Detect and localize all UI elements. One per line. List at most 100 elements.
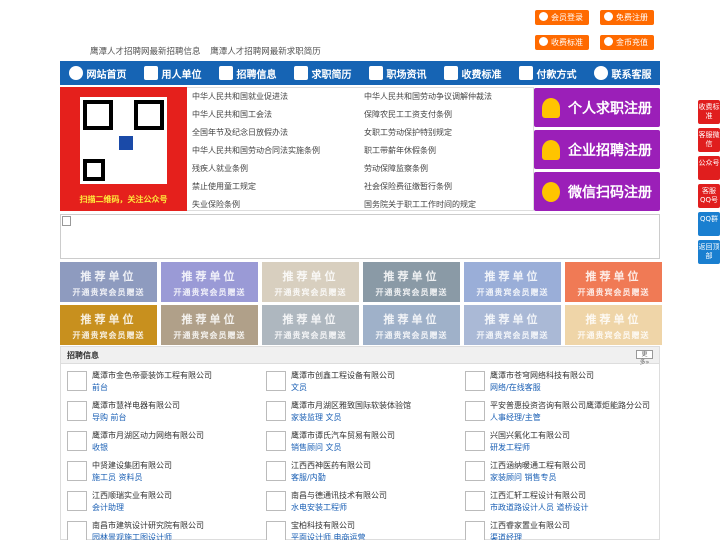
- personal-register-button[interactable]: 个人求职注册: [534, 88, 660, 127]
- promo-tile[interactable]: 推荐单位 开通贵宾会员赠送: [161, 305, 258, 345]
- company-name[interactable]: 江西汇轩工程设计有限公司: [490, 490, 586, 501]
- nav-item-0[interactable]: 网站首页: [60, 61, 135, 85]
- register-button[interactable]: 免费注册: [600, 10, 654, 25]
- company-name[interactable]: 中贤建设集团有限公司: [92, 460, 172, 471]
- law-link[interactable]: 中华人民共和国劳动合同法实施条例: [192, 145, 320, 156]
- job-positions[interactable]: 园林景观施工图设计师: [92, 532, 172, 540]
- promo-tile[interactable]: 推荐单位 开通贵宾会员赠送: [565, 305, 662, 345]
- job-item[interactable]: 宝柏科技有限公司 平面设计师 电商运营: [260, 517, 450, 540]
- company-name[interactable]: 鹰潭市谭氏汽车贸易有限公司: [291, 430, 395, 441]
- promo-tile[interactable]: 推荐单位 开通贵宾会员赠送: [60, 262, 157, 302]
- side-button[interactable]: QQ群: [698, 212, 720, 236]
- job-item[interactable]: 鹰潭市金色帝豪装饰工程有限公司 前台: [61, 367, 251, 395]
- job-item[interactable]: 江西汇轩工程设计有限公司 市政道路设计人员 道桥设计: [459, 487, 649, 515]
- job-item[interactable]: 平安普惠投资咨询有限公司鹰潭炬能路分公司 人事经理/主管: [459, 397, 650, 425]
- job-positions[interactable]: 销售顾问 文员: [291, 442, 342, 453]
- nav-item-5[interactable]: 收费标准: [435, 61, 510, 85]
- company-name[interactable]: 平安普惠投资咨询有限公司鹰潭炬能路分公司: [490, 400, 650, 411]
- job-positions[interactable]: 市政道路设计人员 道桥设计: [490, 502, 589, 513]
- latest-jobs-link[interactable]: 鹰潭人才招聘网最新招聘信息: [90, 47, 201, 57]
- latest-resumes-link[interactable]: 鹰潭人才招聘网最新求职简历: [210, 47, 321, 57]
- job-positions[interactable]: 平面设计师 电商运营: [291, 532, 366, 540]
- law-link[interactable]: 全国年节及纪念日放假办法: [192, 127, 288, 138]
- promo-tile[interactable]: 推荐单位 开通贵宾会员赠送: [464, 305, 561, 345]
- nav-item-3[interactable]: 求职简历: [285, 61, 360, 85]
- more-button[interactable]: 更多»: [636, 350, 653, 366]
- promo-tile[interactable]: 推荐单位 开通贵宾会员赠送: [262, 305, 359, 345]
- nav-item-4[interactable]: 职场资讯: [360, 61, 435, 85]
- job-positions[interactable]: 导购 前台: [92, 412, 127, 423]
- law-link[interactable]: 中华人民共和国工会法: [192, 109, 272, 120]
- job-positions[interactable]: 渠道经理: [490, 532, 522, 540]
- login-button[interactable]: 会员登录: [535, 10, 589, 25]
- company-name[interactable]: 江西顺瑞实业有限公司: [92, 490, 172, 501]
- promo-tile[interactable]: 推荐单位 开通贵宾会员赠送: [363, 262, 460, 302]
- company-register-button[interactable]: 企业招聘注册: [534, 130, 660, 169]
- law-link[interactable]: 中华人民共和国劳动争议调解仲裁法: [364, 91, 492, 102]
- job-positions[interactable]: 家装监理 文员: [291, 412, 342, 423]
- company-name[interactable]: 南昌与德通讯技术有限公司: [291, 490, 387, 501]
- company-name[interactable]: 鹰潭市月湖区雅致国际软装体验馆: [291, 400, 411, 411]
- job-item[interactable]: 鹰潭市慧祥电器有限公司 导购 前台: [61, 397, 251, 425]
- company-name[interactable]: 江西涵纳暖通工程有限公司: [490, 460, 586, 471]
- side-button[interactable]: 收费标准: [698, 100, 720, 124]
- side-button[interactable]: 客服QQ号: [698, 184, 720, 208]
- job-positions[interactable]: 家装顾问 销售专员: [490, 472, 557, 483]
- job-positions[interactable]: 会计助理: [92, 502, 124, 513]
- promo-tile[interactable]: 推荐单位 开通贵宾会员赠送: [60, 305, 157, 345]
- law-link[interactable]: 国务院关于职工工作时间的规定: [364, 199, 476, 210]
- job-item[interactable]: 鹰潭市月湖区动力网络有限公司 收银: [61, 427, 251, 455]
- company-name[interactable]: 鹰潭市慧祥电器有限公司: [92, 400, 180, 411]
- banner-ad[interactable]: [60, 214, 660, 259]
- job-positions[interactable]: 客服/内勤: [291, 472, 326, 483]
- job-positions[interactable]: 施工员 资料员: [92, 472, 143, 483]
- law-link[interactable]: 社会保险费征缴暂行条例: [364, 181, 452, 192]
- law-link[interactable]: 保障农民工工资支付条例: [364, 109, 452, 120]
- job-item[interactable]: 南昌市建筑设计研究院有限公司 园林景观施工图设计师: [61, 517, 251, 540]
- job-item[interactable]: 江西西神医药有限公司 客服/内勤: [260, 457, 450, 485]
- law-link[interactable]: 中华人民共和国就业促进法: [192, 91, 288, 102]
- fees-button[interactable]: 收费标准: [535, 35, 589, 50]
- job-item[interactable]: 江西顺瑞实业有限公司 会计助理: [61, 487, 251, 515]
- promo-tile[interactable]: 推荐单位 开通贵宾会员赠送: [262, 262, 359, 302]
- job-positions[interactable]: 人事经理/主管: [490, 412, 541, 423]
- side-button[interactable]: 公众号: [698, 156, 720, 180]
- company-name[interactable]: 江西睿家置业有限公司: [490, 520, 570, 531]
- law-link[interactable]: 残疾人就业条例: [192, 163, 248, 174]
- job-item[interactable]: 兴国兴氟化工有限公司 研发工程师: [459, 427, 649, 455]
- job-positions[interactable]: 水电安装工程师: [291, 502, 347, 513]
- job-item[interactable]: 鹰潭市谭氏汽车贸易有限公司 销售顾问 文员: [260, 427, 450, 455]
- company-name[interactable]: 南昌市建筑设计研究院有限公司: [92, 520, 204, 531]
- recharge-button[interactable]: 金币充值: [600, 35, 654, 50]
- job-item[interactable]: 鹰潭市月湖区雅致国际软装体验馆 家装监理 文员: [260, 397, 450, 425]
- law-link[interactable]: 失业保险条例: [192, 199, 240, 210]
- nav-item-6[interactable]: 付款方式: [510, 61, 585, 85]
- law-link[interactable]: 劳动保障监察条例: [364, 163, 428, 174]
- promo-tile[interactable]: 推荐单位 开通贵宾会员赠送: [565, 262, 662, 302]
- law-link[interactable]: 女职工劳动保护特别规定: [364, 127, 452, 138]
- promo-tile[interactable]: 推荐单位 开通贵宾会员赠送: [464, 262, 561, 302]
- job-positions[interactable]: 前台: [92, 382, 108, 393]
- company-name[interactable]: 鹰潭市苍穹网络科技有限公司: [490, 370, 594, 381]
- promo-tile[interactable]: 推荐单位 开通贵宾会员赠送: [161, 262, 258, 302]
- nav-item-1[interactable]: 用人单位: [135, 61, 210, 85]
- job-positions[interactable]: 收银: [92, 442, 108, 453]
- nav-item-7[interactable]: 联系客服: [585, 61, 660, 85]
- company-name[interactable]: 兴国兴氟化工有限公司: [490, 430, 570, 441]
- job-item[interactable]: 鹰潭市创鑫工程设备有限公司 文员: [260, 367, 450, 395]
- job-item[interactable]: 江西涵纳暖通工程有限公司 家装顾问 销售专员: [459, 457, 649, 485]
- law-link[interactable]: 职工带薪年休假条例: [364, 145, 436, 156]
- job-item[interactable]: 南昌与德通讯技术有限公司 水电安装工程师: [260, 487, 450, 515]
- promo-tile[interactable]: 推荐单位 开通贵宾会员赠送: [363, 305, 460, 345]
- company-name[interactable]: 鹰潭市金色帝豪装饰工程有限公司: [92, 370, 212, 381]
- job-positions[interactable]: 研发工程师: [490, 442, 530, 453]
- side-button[interactable]: 客服微信: [698, 128, 720, 152]
- job-item[interactable]: 中贤建设集团有限公司 施工员 资料员: [61, 457, 251, 485]
- company-name[interactable]: 鹰潭市月湖区动力网络有限公司: [92, 430, 204, 441]
- company-name[interactable]: 江西西神医药有限公司: [291, 460, 371, 471]
- wechat-register-button[interactable]: 微信扫码注册: [534, 172, 660, 211]
- nav-item-2[interactable]: 招聘信息: [210, 61, 285, 85]
- company-name[interactable]: 鹰潭市创鑫工程设备有限公司: [291, 370, 395, 381]
- law-link[interactable]: 禁止使用童工规定: [192, 181, 256, 192]
- job-item[interactable]: 江西睿家置业有限公司 渠道经理: [459, 517, 649, 540]
